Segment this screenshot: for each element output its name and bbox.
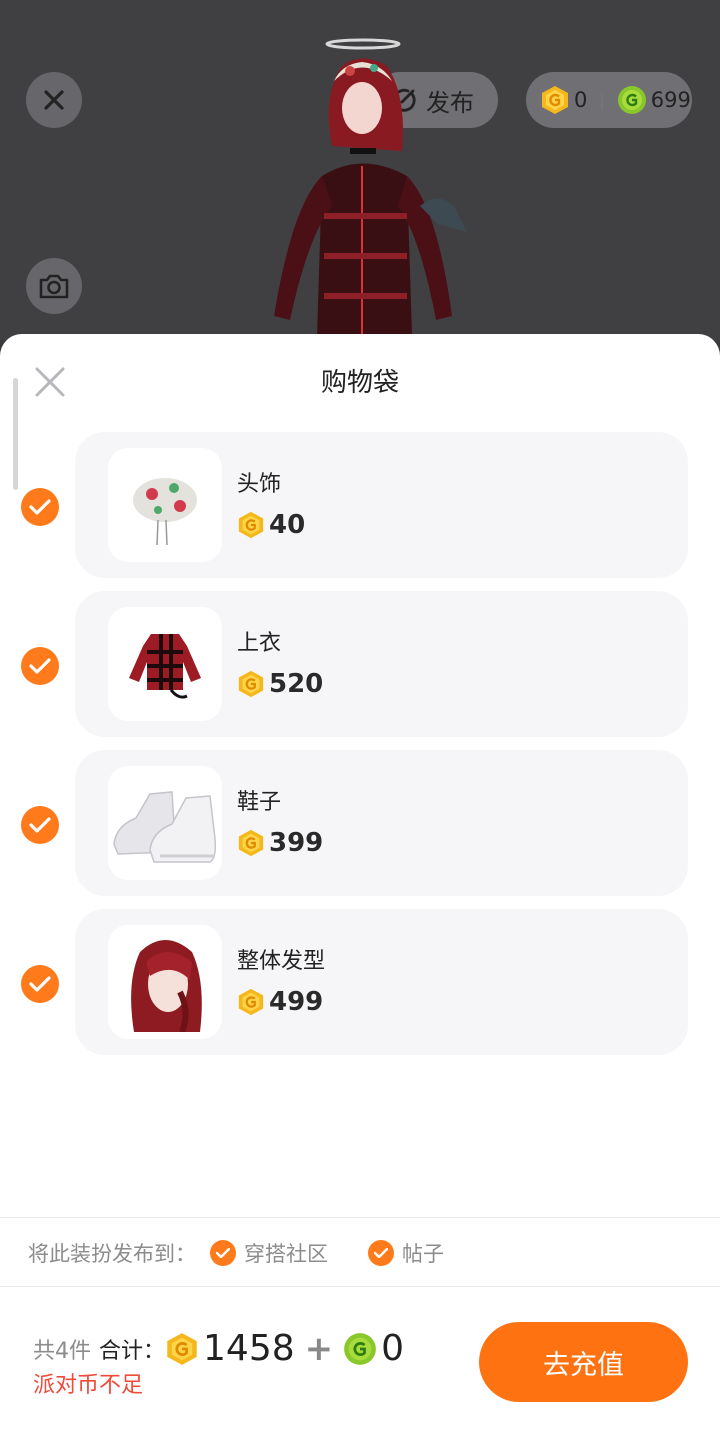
item-price-value: 399 — [269, 828, 324, 858]
check-icon — [29, 817, 51, 833]
divider — [0, 1286, 720, 1287]
item-price: 399 — [237, 828, 323, 858]
balance-divider: | — [599, 90, 605, 110]
green-balance: 699 — [650, 88, 691, 112]
check-icon — [29, 499, 51, 515]
check-icon — [29, 976, 51, 992]
item-name: 头饰 — [237, 472, 282, 497]
item-checkbox[interactable] — [21, 488, 59, 526]
cart-item[interactable]: 整体发型 499 — [75, 909, 688, 1055]
gold-total: 1458 — [203, 1328, 295, 1369]
item-checkbox[interactable] — [21, 806, 59, 844]
item-thumbnail — [108, 607, 222, 721]
currency-balance[interactable]: 0 | 699 — [526, 72, 692, 128]
check-icon — [29, 658, 51, 674]
item-checkbox[interactable] — [21, 965, 59, 1003]
item-price: 520 — [237, 669, 323, 699]
check-icon — [210, 1240, 236, 1266]
cart-item[interactable]: 头饰 40 — [75, 432, 688, 578]
sheet-title: 购物袋 — [320, 368, 399, 398]
item-price: 499 — [237, 987, 323, 1017]
hairstyle-image — [131, 940, 202, 1032]
order-summary: 共4件 合计： 1458 + 0 派对币不足 — [33, 1328, 404, 1399]
camera-icon — [39, 274, 69, 299]
green-total: 0 — [381, 1328, 405, 1369]
cart-item[interactable]: 鞋子 399 — [75, 750, 688, 896]
gold-coin-icon — [238, 670, 264, 698]
item-thumbnail — [108, 766, 222, 880]
gold-coin-icon — [542, 86, 568, 114]
gold-balance: 0 — [574, 88, 588, 112]
plus-sign: + — [304, 1328, 334, 1369]
share-option-label: 穿搭社区 — [244, 1242, 328, 1266]
total-label: 合计： — [99, 1338, 166, 1364]
check-icon — [368, 1240, 394, 1266]
gold-coin-icon — [238, 988, 264, 1016]
publish-target-label: 将此装扮发布到： — [28, 1242, 196, 1266]
item-price-value: 40 — [269, 510, 306, 540]
gold-coin-icon — [238, 511, 264, 539]
item-thumbnail — [108, 448, 222, 562]
item-count: 共4件 — [33, 1338, 91, 1364]
top-image — [129, 634, 201, 699]
item-name: 整体发型 — [237, 949, 326, 974]
item-price-value: 499 — [269, 987, 324, 1017]
close-icon — [44, 90, 64, 110]
item-name: 鞋子 — [237, 790, 282, 815]
share-option-community[interactable]: 穿搭社区 — [210, 1238, 328, 1268]
item-checkbox[interactable] — [21, 647, 59, 685]
green-coin-icon — [617, 86, 646, 114]
publish-target-row: 将此装扮发布到： 穿搭社区 帖子 — [28, 1238, 444, 1268]
camera-button[interactable] — [26, 258, 82, 314]
gold-coin-icon — [238, 829, 264, 857]
share-option-label: 帖子 — [402, 1242, 444, 1266]
item-price-value: 520 — [269, 669, 324, 699]
insufficient-warning: 派对币不足 — [33, 1373, 144, 1398]
close-button[interactable] — [26, 72, 82, 128]
shoes-image — [113, 791, 217, 863]
avatar-figure — [274, 38, 467, 336]
item-name: 上衣 — [237, 631, 282, 656]
share-option-post[interactable]: 帖子 — [368, 1238, 444, 1268]
divider — [0, 1217, 720, 1218]
green-coin-icon — [344, 1332, 377, 1365]
item-price: 40 — [237, 510, 305, 540]
cart-item[interactable]: 上衣 520 — [75, 591, 688, 737]
headwear-image — [133, 478, 197, 546]
avatar-preview: 发布 0 | 699 — [0, 0, 720, 340]
gold-coin-icon — [167, 1332, 197, 1365]
recharge-button[interactable]: 去充值 — [479, 1322, 688, 1402]
item-thumbnail — [108, 925, 222, 1039]
